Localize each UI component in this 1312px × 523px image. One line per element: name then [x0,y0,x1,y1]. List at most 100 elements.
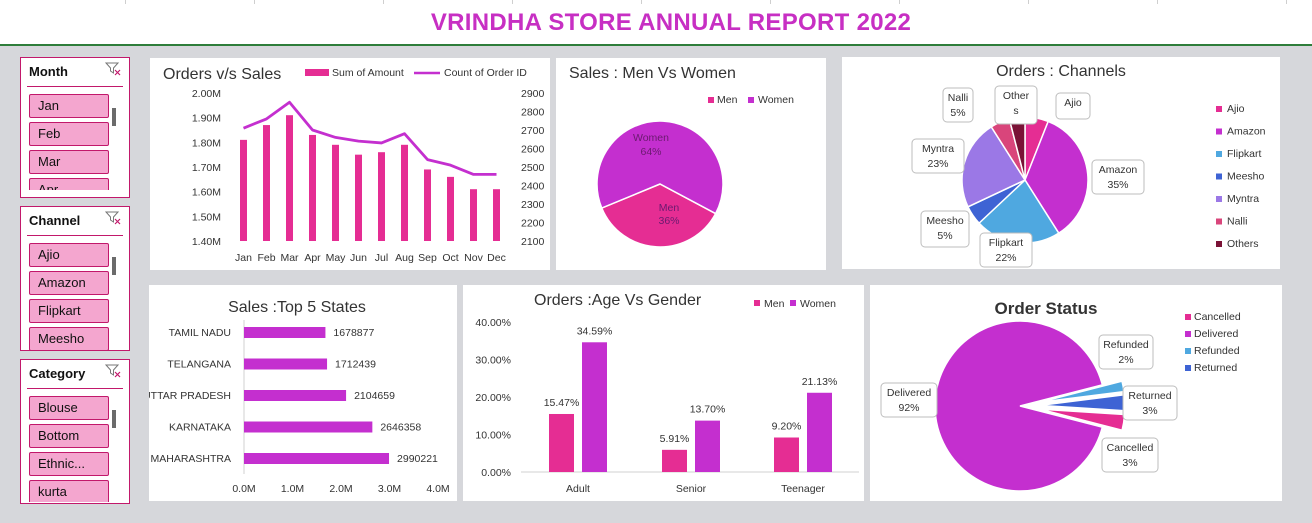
data-label-text: 23% [927,158,948,170]
x-tick-label: Aug [395,252,414,264]
slicer-item-jan[interactable]: Jan [29,94,109,118]
slice-name: Men [659,202,680,214]
clear-filter-icon[interactable] [104,211,121,230]
slicer-title: Category [29,366,86,381]
x-tick-label: Teenager [781,483,825,495]
y-tick-label-right: 2800 [521,107,545,119]
legend-label: Returned [1194,362,1237,374]
slicer-scrollbar[interactable] [112,410,116,428]
clear-filter-icon[interactable] [104,62,121,81]
sheet-gridline [512,0,513,4]
slicer-list: Jan Feb Mar Apr [29,94,109,190]
bar-state [244,453,390,464]
chart-title: Orders v/s Sales [163,66,281,83]
y-tick-label-left: 2.00M [192,88,221,100]
slicer-category[interactable]: Category Blouse Bottom Ethnic... kurta [20,359,130,504]
y-tick-label-left: 1.70M [192,162,221,174]
y-tick-label-left: 1.50M [192,211,221,223]
y-tick-label: 0.00% [481,467,511,479]
data-label: 9.20% [772,421,802,433]
clear-filter-icon[interactable] [104,364,121,383]
slicer-item-feb[interactable]: Feb [29,122,109,146]
slicer-item-meesho[interactable]: Meesho [29,327,109,351]
data-label-text: 3% [1142,405,1157,417]
data-label-text: 5% [937,230,952,242]
sheet-gridline [899,0,900,4]
legend-label: Delivered [1194,328,1239,340]
chart-channels[interactable]: Orders : Channels Ajio Amazon 35% Flipkart 22… [842,57,1280,269]
legend-swatch [1185,331,1191,337]
data-label: 2646358 [380,422,421,434]
slicer-title: Month [29,64,68,79]
legend-label: Others [1227,238,1259,250]
legend-label: Men [764,298,785,310]
chart-order-status[interactable]: Order Status Delivered 92% Refunded 2% Return… [870,285,1282,501]
line-count-of-order-id [242,100,497,176]
y-tick-label-left: 1.90M [192,113,221,125]
x-tick-label: Jul [375,252,388,264]
slicer-item-blouse[interactable]: Blouse [29,396,109,420]
bar-men [549,413,574,472]
legend-swatch [1216,218,1222,225]
sheet-gridline [770,0,771,4]
legend-swatch [1185,348,1191,354]
data-label: 5.91% [660,433,690,445]
slicer-item-kurta[interactable]: kurta [29,480,109,502]
slicer-item-amazon[interactable]: Amazon [29,271,109,295]
y-tick-label: 20.00% [475,392,511,404]
slicer-month[interactable]: Month Jan Feb Mar Apr [20,57,130,198]
sheet-gridline [254,0,255,4]
slicer-item-apr[interactable]: Apr [29,178,109,190]
slicer-channel[interactable]: Channel Ajio Amazon Flipkart Meesho [20,206,130,351]
legend-label: Men [717,94,738,106]
x-tick-label: May [326,252,347,264]
legend-label: Meesho [1227,171,1265,183]
legend-swatch-amount [305,69,329,76]
chart-men-vs-women[interactable]: Sales : Men Vs Women Men Women Men 36% Women 6… [556,58,826,270]
bar-sum-of-amount [401,144,408,241]
data-label-text: Flipkart [989,237,1024,249]
slice-name: Women [633,132,669,144]
data-label-text: 35% [1107,179,1128,191]
slicer-item-mar[interactable]: Mar [29,150,109,174]
slicer-item-flipkart[interactable]: Flipkart [29,299,109,323]
legend-swatch [1216,241,1222,247]
legend-label: Nalli [1227,216,1247,228]
data-label-text: Nalli [948,92,968,104]
men-vs-women-svg: Sales : Men Vs WomenMen WomenMen36%Women6… [569,65,794,248]
slicer-item-ajio[interactable]: Ajio [29,243,109,267]
bar-women [807,392,832,472]
y-tick-label-left: 1.60M [192,187,221,199]
data-label: 34.59% [577,325,613,337]
bar-women [695,420,720,472]
slicer-item-ethnic[interactable]: Ethnic... [29,452,109,476]
legend-swatch [1185,314,1191,320]
sheet-gridline [383,0,384,4]
data-label-text: Refunded [1103,339,1149,351]
data-label: 2104659 [354,390,395,402]
slicer-header: Category [27,360,123,389]
slicer-scrollbar[interactable] [112,257,116,275]
bar-state [244,358,328,370]
slicer-scrollbar[interactable] [112,108,116,126]
y-tick-label: 30.00% [475,355,511,367]
data-label-text: 5% [950,107,965,119]
y-tick-label-left: 1.40M [192,236,221,248]
bar-sum-of-amount [332,144,339,241]
legend-swatch-women [748,97,754,103]
slice-value: 36% [658,215,679,227]
chart-title: Order Status [995,299,1098,318]
slicer-item-bottom[interactable]: Bottom [29,424,109,448]
y-tick-label-left: 1.80M [192,137,221,149]
legend-swatch-women [790,300,796,306]
x-tick-label: 0.0M [232,483,255,495]
sheet-gridline [1286,0,1287,4]
y-tick-label-right: 2300 [521,199,545,211]
chart-orders-vs-sales[interactable]: Orders v/s Sales Sum of Amount Count of Or… [150,58,550,270]
chart-age-vs-gender[interactable]: Orders :Age Vs Gender Men Women 40.00% 30.00… [463,285,864,501]
chart-top-states[interactable]: Sales :Top 5 States TAMIL NADU 1678877 TELA… [143,285,457,501]
x-tick-label: Sep [418,252,437,264]
legend-label: Myntra [1227,193,1259,205]
x-tick-label: Nov [464,252,483,264]
y-tick-label: KARNATAKA [169,422,231,434]
